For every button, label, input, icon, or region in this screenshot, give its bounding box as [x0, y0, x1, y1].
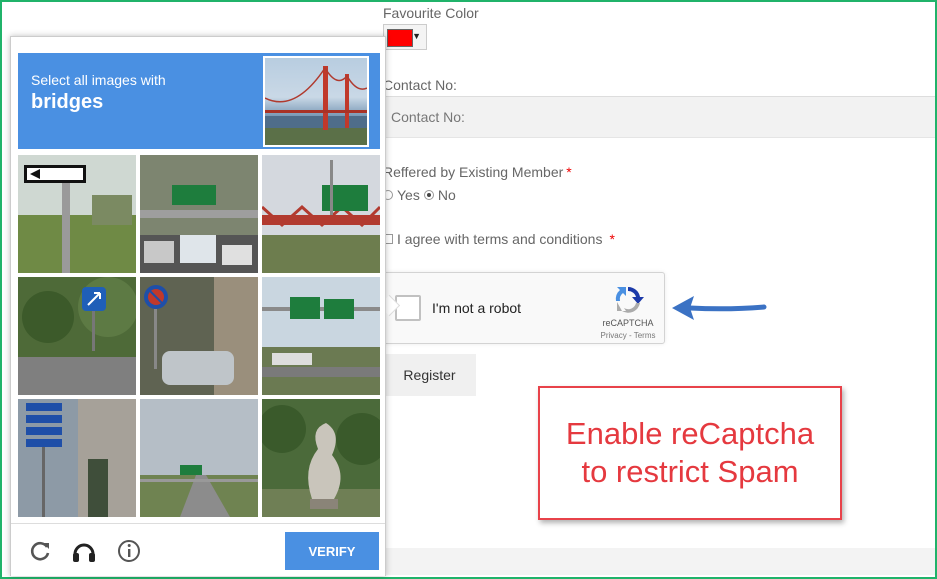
- challenge-tile-7[interactable]: [18, 399, 136, 517]
- required-mark: *: [566, 164, 572, 180]
- referred-radio-group: Yes No: [383, 187, 456, 203]
- contact-input[interactable]: Contact No:: [383, 96, 935, 138]
- blue-arrow-icon: [672, 296, 767, 320]
- register-button[interactable]: Register: [383, 354, 476, 396]
- contact-label: Contact No:: [383, 77, 457, 93]
- radio-no-label: No: [437, 187, 456, 203]
- bridge-sample-image: [263, 56, 369, 147]
- headphones-icon[interactable]: [71, 538, 97, 564]
- agree-terms-row: I agree with terms and conditions *: [383, 231, 615, 247]
- challenge-tile-4[interactable]: [18, 277, 136, 395]
- challenge-tile-6[interactable]: [262, 277, 380, 395]
- challenge-tile-1[interactable]: [18, 155, 136, 273]
- recaptcha-challenge-modal: Select all images with bridges VERIFY: [10, 36, 386, 576]
- challenge-bottom-bar: VERIFY: [11, 523, 385, 576]
- challenge-tile-3[interactable]: [262, 155, 380, 273]
- verify-button[interactable]: VERIFY: [285, 532, 379, 570]
- recaptcha-logo-icon: [615, 286, 644, 313]
- reload-icon[interactable]: [27, 538, 53, 564]
- favourite-color-select[interactable]: ▼: [383, 24, 427, 50]
- required-mark: *: [609, 231, 615, 247]
- recaptcha-checkbox[interactable]: [395, 295, 421, 321]
- recaptcha-brand: reCAPTCHA: [602, 318, 654, 328]
- challenge-banner: Select all images with bridges: [18, 53, 380, 149]
- challenge-tile-9[interactable]: [262, 399, 380, 517]
- challenge-keyword: bridges: [31, 91, 104, 113]
- recaptcha-label: I'm not a robot: [432, 300, 522, 316]
- callout-line-2: to restrict Spam: [581, 454, 799, 489]
- recaptcha-widget: I'm not a robot reCAPTCHA Privacy - Term…: [383, 272, 665, 344]
- contact-placeholder: Contact No:: [391, 109, 465, 125]
- challenge-tile-8[interactable]: [140, 399, 258, 517]
- favourite-color-label: Favourite Color: [383, 5, 479, 21]
- recaptcha-terms-link[interactable]: Privacy - Terms: [596, 331, 660, 340]
- challenge-tile-5[interactable]: [140, 277, 258, 395]
- radio-yes-label: Yes: [397, 187, 420, 203]
- radio-no[interactable]: [423, 190, 434, 200]
- referred-label-text: Reffered by Existing Member: [383, 164, 564, 180]
- info-icon[interactable]: [116, 538, 142, 564]
- callout-line-1: Enable reCaptcha: [565, 416, 815, 451]
- dropdown-arrow-icon: ▼: [412, 31, 421, 41]
- challenge-image-grid: [18, 155, 380, 517]
- referred-label: Reffered by Existing Member *: [383, 164, 572, 180]
- color-swatch: [387, 29, 413, 47]
- challenge-tile-2[interactable]: [140, 155, 258, 273]
- challenge-prompt: Select all images with: [31, 72, 166, 88]
- footer-strip: [383, 548, 935, 575]
- agree-terms-label: I agree with terms and conditions: [397, 231, 603, 247]
- spam-callout: Enable reCaptcha to restrict Spam: [538, 386, 842, 520]
